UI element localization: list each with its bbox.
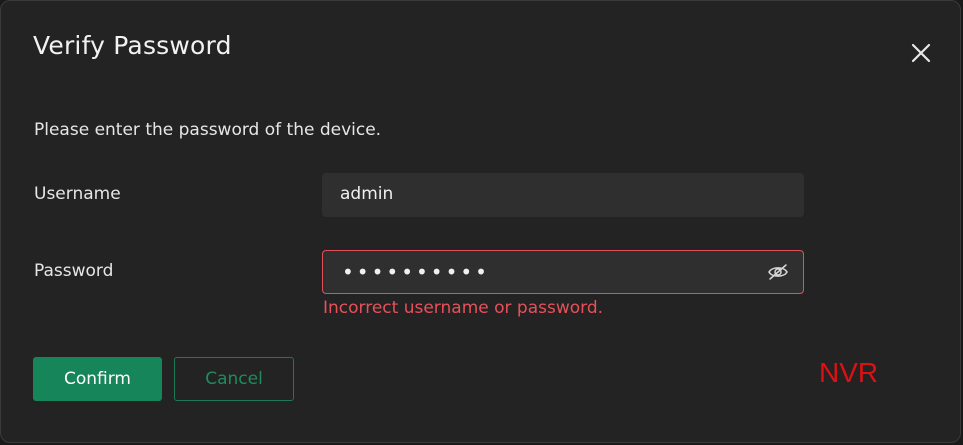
dialog-description: Please enter the password of the device. bbox=[34, 120, 382, 140]
error-message: Incorrect username or password. bbox=[323, 298, 604, 318]
password-field[interactable]: •••••••••• bbox=[322, 250, 804, 294]
nvr-watermark: NVR bbox=[819, 357, 879, 388]
password-value: •••••••••• bbox=[342, 260, 490, 284]
close-button[interactable] bbox=[907, 39, 935, 67]
username-label: Username bbox=[34, 184, 121, 204]
verify-password-dialog: Verify Password Please enter the passwor… bbox=[0, 0, 961, 443]
password-label: Password bbox=[34, 261, 114, 281]
toggle-password-visibility-button[interactable] bbox=[767, 262, 789, 282]
dialog-title: Verify Password bbox=[33, 31, 232, 60]
close-icon bbox=[911, 43, 931, 63]
username-field[interactable]: admin bbox=[322, 173, 804, 217]
cancel-button[interactable]: Cancel bbox=[174, 357, 294, 401]
username-value: admin bbox=[340, 184, 394, 204]
eye-off-icon bbox=[768, 264, 788, 280]
confirm-button[interactable]: Confirm bbox=[33, 357, 162, 401]
